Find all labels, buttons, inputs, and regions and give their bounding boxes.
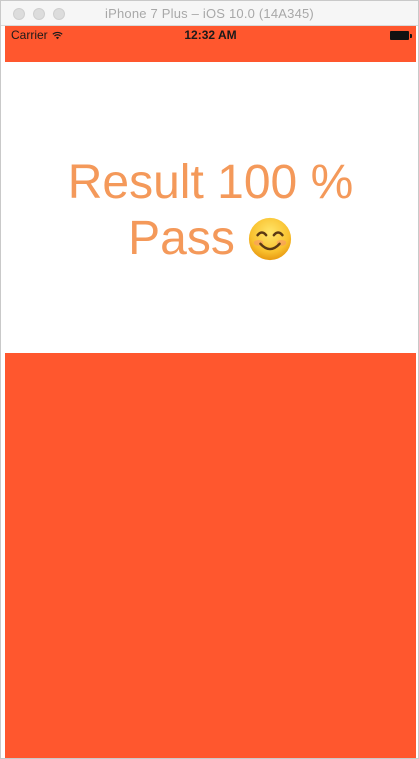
- window-titlebar: iPhone 7 Plus – iOS 10.0 (14A345): [1, 1, 418, 26]
- result-area: Result 100 % Pass: [5, 62, 416, 353]
- result-message: Result 100 % Pass: [5, 155, 416, 267]
- window-title: iPhone 7 Plus – iOS 10.0 (14A345): [105, 6, 314, 21]
- status-time: 12:32 AM: [184, 28, 237, 42]
- battery-icon: [390, 31, 412, 40]
- status-bar: Carrier 12:32 AM: [5, 26, 416, 62]
- device-screen: Carrier 12:32 AM Result 100 % Pass: [5, 26, 416, 758]
- result-status: Pass: [128, 212, 235, 265]
- simulator-window: iPhone 7 Plus – iOS 10.0 (14A345) Carrie…: [0, 0, 419, 759]
- smiling-face-icon: [248, 217, 291, 261]
- result-score: Result 100 %: [67, 156, 354, 209]
- result-status-line: Pass: [5, 211, 416, 267]
- bottom-color-panel: [5, 353, 416, 758]
